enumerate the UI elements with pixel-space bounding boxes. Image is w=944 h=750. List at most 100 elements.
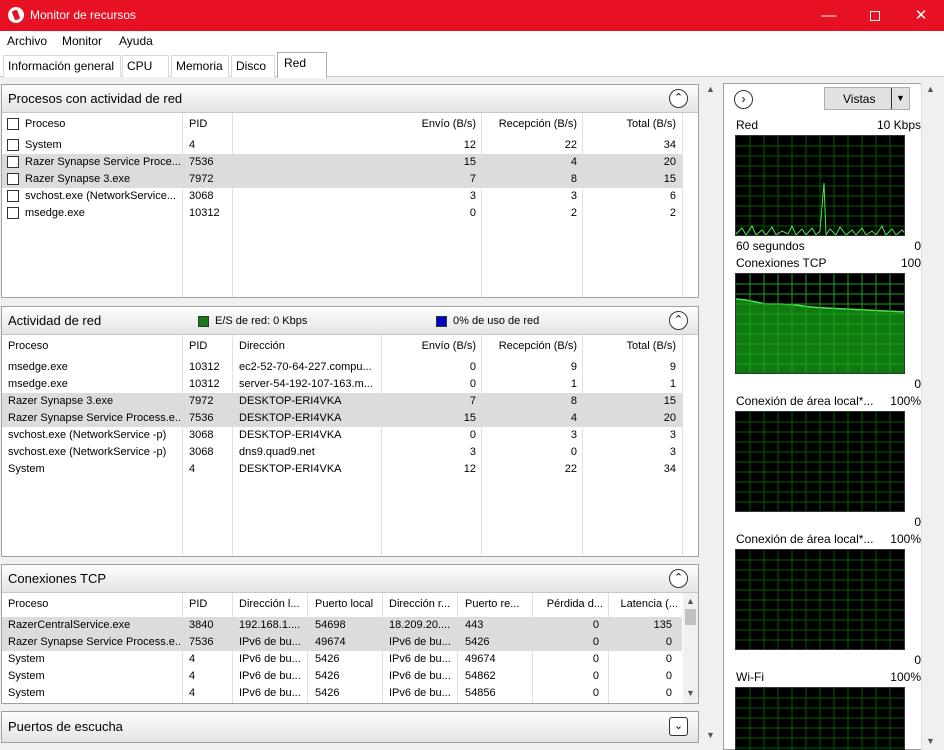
col-puerto-remoto[interactable]: Puerto re...: [457, 593, 531, 615]
col-recepcion[interactable]: Recepción (B/s): [481, 335, 581, 357]
maximize-button[interactable]: [852, 0, 898, 31]
table-row[interactable]: System 4 IPv6 de bu... 5426 IPv6 de bu..…: [2, 668, 682, 685]
panel-header-puertos[interactable]: Puertos de escucha ⌄: [2, 712, 698, 742]
io-legend-swatch: [198, 316, 209, 327]
cell-pid: 10312: [189, 361, 220, 373]
col-proceso[interactable]: Proceso: [25, 113, 180, 135]
tab-informacion-general[interactable]: Información general: [3, 55, 121, 77]
graph-title-wifi: Wi-Fi: [736, 670, 764, 684]
table-row[interactable]: svchost.exe (NetworkService -p) 3068 dns…: [2, 444, 682, 461]
table-row[interactable]: msedge.exe 10312 ec2-52-70-64-227.compu.…: [2, 359, 682, 376]
cell-latencia: 0: [665, 653, 672, 665]
table-row[interactable]: Razer Synapse Service Process.e... 7536 …: [2, 410, 682, 427]
cell-total: 15: [663, 173, 676, 185]
col-pid[interactable]: PID: [182, 593, 230, 615]
row-checkbox[interactable]: [7, 190, 19, 202]
graph-wifi-plot: [736, 688, 904, 750]
graph-red: [735, 135, 905, 236]
scroll-up-icon[interactable]: ▲: [924, 83, 937, 96]
panel-header-tcp[interactable]: Conexiones TCP ⌃: [2, 565, 698, 593]
collapse-tcp-button[interactable]: ⌃: [669, 569, 688, 588]
col-puerto-local[interactable]: Puerto local: [307, 593, 381, 615]
chevron-up-icon: ⌃: [673, 572, 684, 584]
cell-direccion-remota: IPv6 de bu...: [389, 653, 451, 665]
row-checkbox[interactable]: [7, 156, 19, 168]
tab-memoria[interactable]: Memoria: [171, 55, 229, 77]
cell-perdida: 0: [592, 687, 599, 699]
cell-total: 1: [669, 378, 676, 390]
col-proceso[interactable]: Proceso: [8, 335, 178, 357]
collapse-sidebar-button[interactable]: ›: [734, 90, 753, 109]
table-row[interactable]: System 4 IPv6 de bu... 5426 IPv6 de bu..…: [2, 651, 682, 668]
select-all-checkbox[interactable]: [7, 118, 19, 130]
cell-total: 9: [669, 361, 676, 373]
col-pid[interactable]: PID: [182, 113, 230, 135]
tab-cpu[interactable]: CPU: [122, 55, 169, 77]
menu-archivo[interactable]: Archivo: [7, 34, 47, 48]
table-row[interactable]: RazerCentralService.exe 3840 192.168.1..…: [2, 617, 682, 634]
table-row[interactable]: msedge.exe 10312 server-54-192-107-163.m…: [2, 376, 682, 393]
table-row[interactable]: Razer Synapse 3.exe 7972 7 8 15: [2, 171, 682, 188]
row-checkbox[interactable]: [7, 139, 19, 151]
cell-proceso: svchost.exe (NetworkService -p): [8, 446, 167, 458]
main-scrollbar[interactable]: ▲ ▼: [704, 83, 717, 743]
col-envio[interactable]: Envío (B/s): [232, 113, 480, 135]
cell-direccion-local: IPv6 de bu...: [239, 636, 301, 648]
expand-puertos-button[interactable]: ⌄: [669, 717, 688, 736]
table-row[interactable]: msedge.exe 10312 0 2 2: [2, 205, 682, 222]
col-direccion-remota[interactable]: Dirección r...: [382, 593, 456, 615]
panel-header-actividad[interactable]: Actividad de red E/S de red: 0 Kbps 0% d…: [2, 307, 698, 335]
col-direccion-local[interactable]: Dirección l...: [232, 593, 306, 615]
procesos-column-headers: Proceso PID Envío (B/s) Recepción (B/s) …: [2, 113, 698, 135]
close-icon: ✕: [914, 7, 928, 24]
cell-total: 34: [663, 139, 676, 151]
table-row[interactable]: System 4 DESKTOP-ERI4VKA 12 22 34: [2, 461, 682, 478]
graph-min-lan1: 0: [914, 515, 921, 529]
cell-total: 3: [669, 429, 676, 441]
col-latencia[interactable]: Latencia (...: [608, 593, 682, 615]
scroll-down-icon[interactable]: ▼: [704, 729, 717, 742]
collapse-actividad-button[interactable]: ⌃: [669, 311, 688, 330]
usage-legend-swatch: [436, 316, 447, 327]
col-total[interactable]: Total (B/s): [582, 335, 682, 357]
col-total[interactable]: Total (B/s): [582, 113, 682, 135]
table-row[interactable]: System 4 IPv6 de bu... 5426 IPv6 de bu..…: [2, 685, 682, 702]
table-row[interactable]: svchost.exe (NetworkService... 3068 3 3 …: [2, 188, 682, 205]
window-title: Monitor de recursos: [30, 8, 137, 22]
scroll-down-icon[interactable]: ▼: [924, 735, 937, 748]
col-direccion[interactable]: Dirección: [232, 335, 380, 357]
col-proceso[interactable]: Proceso: [8, 593, 178, 615]
views-dropdown[interactable]: Vistas ▼: [824, 87, 910, 110]
cell-total: 6: [669, 190, 676, 202]
close-button[interactable]: ✕: [898, 0, 944, 31]
panel-header-procesos[interactable]: Procesos con actividad de red ⌃: [2, 85, 698, 113]
row-checkbox[interactable]: [7, 173, 19, 185]
col-recepcion[interactable]: Recepción (B/s): [481, 113, 581, 135]
col-perdida[interactable]: Pérdida d...: [532, 593, 607, 615]
sidebar-scrollbar[interactable]: ▲ ▼: [921, 83, 938, 750]
menu-ayuda[interactable]: Ayuda: [119, 34, 153, 48]
tab-red[interactable]: Red: [277, 52, 327, 78]
tab-disco[interactable]: Disco: [231, 55, 275, 77]
table-row[interactable]: Razer Synapse Service Process.e... 7536 …: [2, 634, 682, 651]
collapse-procesos-button[interactable]: ⌃: [669, 89, 688, 108]
scroll-up-icon[interactable]: ▲: [684, 595, 697, 608]
scroll-thumb[interactable]: [685, 609, 696, 625]
col-pid[interactable]: PID: [182, 335, 230, 357]
col-envio[interactable]: Envío (B/s): [381, 335, 480, 357]
scroll-down-icon[interactable]: ▼: [684, 687, 697, 700]
cell-direccion-remota: 18.209.20....: [389, 619, 451, 631]
scroll-up-icon[interactable]: ▲: [704, 83, 717, 96]
minimize-button[interactable]: —: [806, 0, 852, 31]
menu-monitor[interactable]: Monitor: [62, 34, 102, 48]
table-row[interactable]: Razer Synapse Service Proce... 7536 15 4…: [2, 154, 682, 171]
table-row[interactable]: svchost.exe (NetworkService -p) 3068 DES…: [2, 427, 682, 444]
tcp-scrollbar[interactable]: ▲ ▼: [683, 593, 698, 703]
title-bar: Monitor de recursos — ✕: [0, 0, 944, 31]
graph-lan1: [735, 411, 905, 512]
table-row[interactable]: Razer Synapse 3.exe 7972 DESKTOP-ERI4VKA…: [2, 393, 682, 410]
cell-pid: 3840: [189, 619, 214, 631]
cell-total: 20: [663, 412, 676, 424]
row-checkbox[interactable]: [7, 207, 19, 219]
table-row[interactable]: System 4 12 22 34: [2, 137, 682, 154]
